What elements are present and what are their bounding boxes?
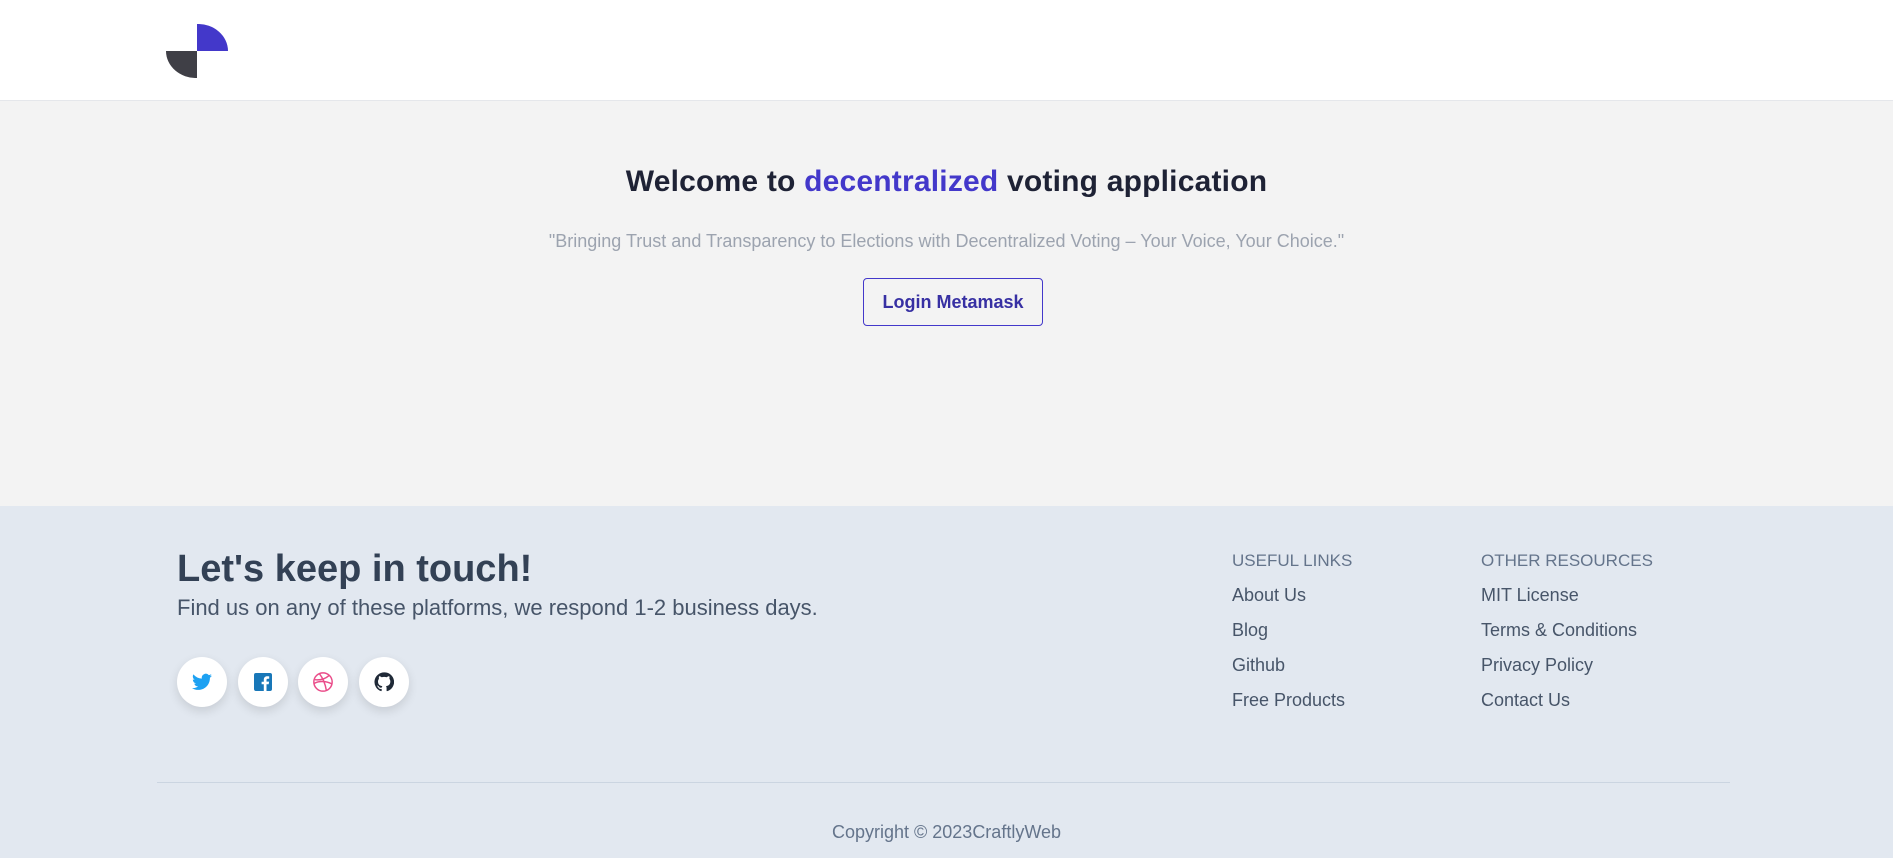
footer-divider [157,782,1730,783]
twitter-icon [192,673,212,690]
other-resources-title: OTHER RESOURCES [1481,551,1653,570]
github-button[interactable] [359,657,409,707]
copyright-text: Copyright © 2023CraftlyWeb [831,822,1062,842]
page-bottom-strip [0,858,1893,867]
login-metamask-button[interactable]: Login Metamask [863,278,1043,326]
link-privacy-policy[interactable]: Privacy Policy [1481,655,1593,676]
link-about-us[interactable]: About Us [1232,585,1306,606]
twitter-button[interactable] [177,657,227,707]
top-navbar [0,0,1893,101]
dribbble-button[interactable] [298,657,348,707]
hero-title: Welcome to decentralized voting applicat… [0,165,1893,199]
link-free-products[interactable]: Free Products [1232,690,1345,711]
footer-heading: Let's keep in touch! [177,548,533,590]
hero-title-accent: decentralized [804,165,999,198]
dribbble-icon [313,672,333,692]
link-blog[interactable]: Blog [1232,620,1268,641]
footer: Let's keep in touch! Find us on any of t… [0,506,1893,858]
facebook-icon [254,673,272,691]
link-github[interactable]: Github [1232,655,1285,676]
link-contact-us[interactable]: Contact Us [1481,690,1570,711]
footer-subheading: Find us on any of these platforms, we re… [177,595,818,620]
hero-tagline: "Bringing Trust and Transparency to Elec… [548,231,1345,251]
logo-icon[interactable] [166,24,230,78]
link-terms-conditions[interactable]: Terms & Conditions [1481,620,1637,641]
github-icon [374,672,394,692]
hero-title-prefix: Welcome to [625,165,805,198]
link-mit-license[interactable]: MIT License [1481,585,1579,606]
useful-links-title: USEFUL LINKS [1232,551,1353,570]
hero-title-suffix: voting application [998,165,1268,198]
facebook-button[interactable] [238,657,288,707]
hero-section: Welcome to decentralized voting applicat… [0,101,1893,506]
